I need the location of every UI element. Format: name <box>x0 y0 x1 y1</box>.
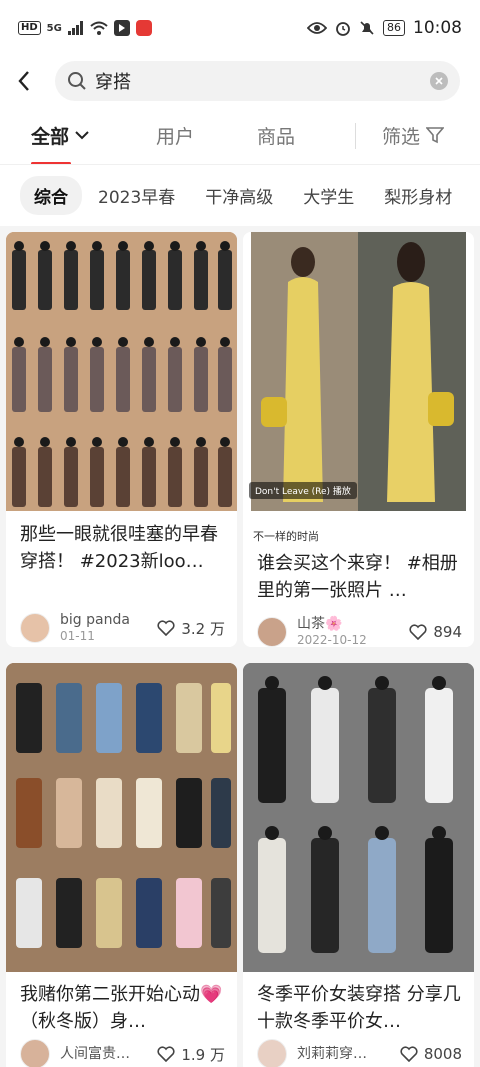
tab-products-label: 商品 <box>257 125 296 148</box>
signal-icon <box>67 21 84 35</box>
avatar[interactable] <box>257 617 287 647</box>
like-count: 894 <box>433 623 462 641</box>
back-button[interactable] <box>0 59 48 103</box>
author-block: 山茶🌸 2022-10-12 <box>297 616 367 647</box>
note-meta: 刘莉莉穿… 8008 <box>257 1036 462 1067</box>
note-title: 谁会买这个来穿！ #相册里的第一张照片 … <box>257 553 458 601</box>
like-count: 1.9 万 <box>181 1045 225 1064</box>
tab-all-label: 全部 <box>31 125 70 148</box>
search-query: 穿搭 <box>95 72 131 93</box>
author-name: 人间富贵… <box>60 1046 130 1062</box>
note-card[interactable]: Don't Leave (Re) 播放 不一样的时尚 谁会买这个来穿！ #相册里… <box>243 232 474 647</box>
tab-divider <box>355 123 356 149</box>
tab-all[interactable]: 全部 <box>31 106 89 164</box>
like-count: 3.2 万 <box>181 619 225 638</box>
heart-icon <box>400 1046 418 1062</box>
note-card[interactable]: 我赌你第二张开始心动💗（秋冬版）身… 人间富贵… 1.9 万 <box>6 663 237 1067</box>
filter-button[interactable]: 筛选 <box>382 106 445 164</box>
eye-icon <box>307 21 327 35</box>
tab-products[interactable]: 商品 <box>257 106 295 164</box>
note-card[interactable]: 那些一眼就很哇塞的早春穿搭！ #2023新loo… big panda 01-1… <box>6 232 237 647</box>
clear-search-button[interactable] <box>430 72 448 90</box>
avatar[interactable] <box>20 1039 50 1067</box>
note-title: 冬季平价女装穿搭 分享几十款冬季平价女… <box>257 984 461 1032</box>
like-button[interactable]: 8008 <box>400 1045 462 1063</box>
topic-chips: 综合 2023早春 干净高级 大学生 梨形身材 <box>0 164 480 226</box>
hd-badge: HD <box>18 21 41 35</box>
heart-icon <box>409 624 427 640</box>
app-notification-red-icon <box>135 20 152 36</box>
note-meta: big panda 01-11 3.2 万 <box>20 610 225 646</box>
note-cover-image <box>6 232 237 511</box>
chip-comprehensive[interactable]: 综合 <box>20 176 82 215</box>
note-meta: 人间富贵… 1.9 万 <box>20 1036 225 1067</box>
clock: 10:08 <box>413 18 462 38</box>
like-count: 8008 <box>423 1045 462 1063</box>
tab-users[interactable]: 用户 <box>156 106 194 164</box>
note-cover-image: Don't Leave (Re) 播放 <box>243 232 474 511</box>
battery-indicator: 86 <box>383 20 405 36</box>
chip-2023-early-spring[interactable]: 2023早春 <box>84 176 189 215</box>
author-name: big panda <box>60 612 130 628</box>
author-name: 山茶🌸 <box>297 616 343 632</box>
search-input[interactable]: 穿搭 <box>55 61 460 101</box>
outfit-collage-image <box>243 663 474 972</box>
note-meta: 山茶🌸 2022-10-12 894 <box>257 614 462 647</box>
note-title: 我赌你第二张开始心动💗（秋冬版）身… <box>20 984 223 1032</box>
note-cover-image <box>243 663 474 972</box>
chip-pear-shaped[interactable]: 梨形身材 <box>370 176 466 215</box>
filter-icon <box>426 127 445 144</box>
note-title: 那些一眼就很哇塞的早春穿搭！ #2023新loo… <box>20 524 218 572</box>
outfit-collage-image <box>6 663 237 972</box>
avatar[interactable] <box>257 1039 287 1067</box>
outfit-collage-image <box>6 232 237 511</box>
author-block: 刘莉莉穿… <box>297 1046 367 1062</box>
result-tabs: 全部 用户 商品 筛选 <box>0 106 480 165</box>
heart-icon <box>157 1046 175 1062</box>
note-card[interactable]: 冬季平价女装穿搭 分享几十款冬季平价女… 刘莉莉穿… 8008 <box>243 663 474 1067</box>
note-cover-image <box>6 663 237 972</box>
close-icon <box>435 77 443 85</box>
post-date: 2022-10-12 <box>297 633 367 647</box>
mute-icon <box>359 20 375 36</box>
author-block: 人间富贵… <box>60 1046 130 1062</box>
music-overlay-label: Don't Leave (Re) 播放 <box>249 482 357 499</box>
note-subtag: 不一样的时尚 <box>253 530 319 543</box>
filter-label: 筛选 <box>382 125 421 148</box>
chevron-left-icon <box>18 71 29 91</box>
network-label: 5G <box>46 22 62 34</box>
chevron-down-icon <box>75 130 89 139</box>
author-name: 刘莉莉穿… <box>297 1046 367 1062</box>
like-button[interactable]: 3.2 万 <box>157 618 225 639</box>
wifi-icon <box>90 21 108 35</box>
heart-icon <box>157 620 175 636</box>
like-button[interactable]: 1.9 万 <box>157 1044 225 1065</box>
results-grid: 那些一眼就很哇塞的早春穿搭！ #2023新loo… big panda 01-1… <box>0 226 480 1067</box>
search-header: 穿搭 <box>0 56 480 106</box>
chip-college-student[interactable]: 大学生 <box>289 176 368 215</box>
tab-users-label: 用户 <box>156 125 195 148</box>
search-icon <box>68 72 86 90</box>
avatar[interactable] <box>20 613 50 643</box>
app-notification-icon <box>113 20 130 36</box>
post-date: 01-11 <box>60 629 95 643</box>
like-button[interactable]: 894 <box>409 623 462 641</box>
status-bar: HD 5G 86 10:08 <box>0 0 480 56</box>
author-block: big panda 01-11 <box>60 612 130 644</box>
alarm-icon <box>335 20 351 36</box>
runway-photo-image <box>251 232 466 511</box>
chip-clean-premium[interactable]: 干净高级 <box>191 176 287 215</box>
